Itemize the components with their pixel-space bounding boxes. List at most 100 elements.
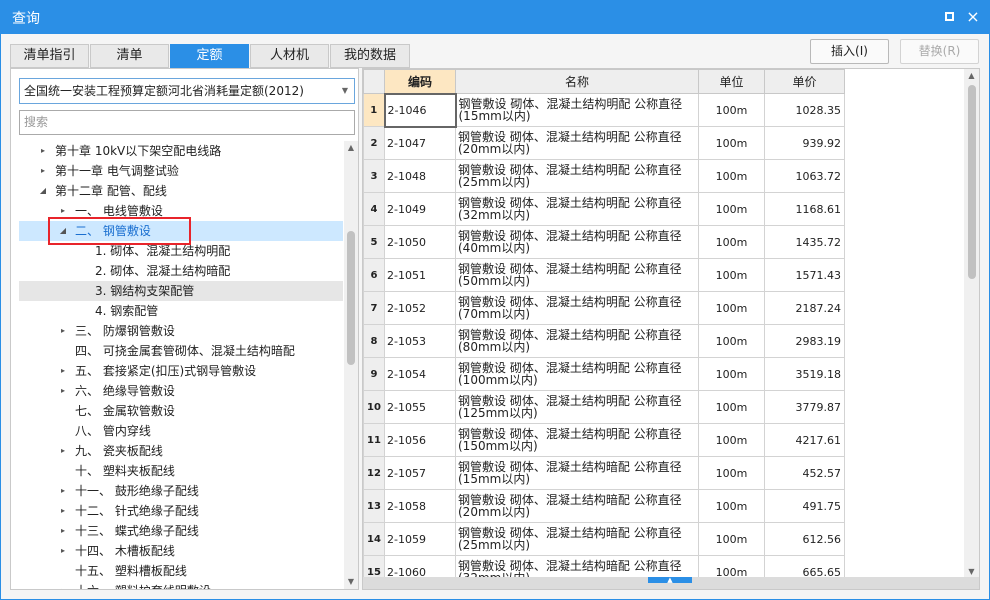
row-index-cell[interactable]: 12 xyxy=(363,456,385,490)
unit-cell[interactable]: 100m xyxy=(698,93,765,127)
expand-icon[interactable]: ▸ xyxy=(57,481,69,501)
name-cell[interactable]: 钢管敷设 砌体、混凝土结构明配 公称直径(100mm以内) xyxy=(455,357,699,391)
price-cell[interactable]: 3779.87 xyxy=(764,390,845,424)
code-cell[interactable]: 2-1051 xyxy=(384,258,456,292)
scroll-up-icon[interactable]: ▲ xyxy=(344,141,358,155)
insert-button[interactable]: 插入(I) xyxy=(810,39,889,64)
unit-cell[interactable]: 100m xyxy=(698,456,765,490)
table-row[interactable]: 9 2-1054 钢管敷设 砌体、混凝土结构明配 公称直径(100mm以内) 100m… xyxy=(363,357,845,391)
name-cell[interactable]: 钢管敷设 砌体、混凝土结构暗配 公称直径(20mm以内) xyxy=(455,489,699,523)
splitter-bar[interactable]: ▲ xyxy=(363,577,979,589)
row-index-cell[interactable]: 9 xyxy=(363,357,385,391)
table-row[interactable]: 4 2-1049 钢管敷设 砌体、混凝土结构明配 公称直径(32mm以内) 100m 1… xyxy=(363,192,845,226)
expand-icon[interactable]: ▸ xyxy=(57,581,69,589)
price-cell[interactable]: 3519.18 xyxy=(764,357,845,391)
table-row[interactable]: 10 2-1055 钢管敷设 砌体、混凝土结构明配 公称直径(125mm以内) 100… xyxy=(363,390,845,424)
expand-icon[interactable]: ▸ xyxy=(37,161,49,181)
tab-4[interactable]: 我的数据 xyxy=(330,44,410,68)
tree-node[interactable]: ◢ 第十二章 配管、配线 xyxy=(19,181,343,201)
code-cell[interactable]: 2-1048 xyxy=(384,159,456,193)
expand-icon[interactable]: ▸ xyxy=(57,541,69,561)
tree-node[interactable]: ◢ 二、 钢管敷设 xyxy=(19,221,343,241)
code-cell[interactable]: 2-1058 xyxy=(384,489,456,523)
unit-cell[interactable]: 100m xyxy=(698,324,765,358)
tree-node[interactable]: 十、 塑料夹板配线 xyxy=(19,461,343,481)
expand-icon[interactable]: ▸ xyxy=(37,141,49,161)
collapse-icon[interactable]: ◢ xyxy=(57,221,69,241)
tree-node[interactable]: 八、 管内穿线 xyxy=(19,421,343,441)
unit-cell[interactable]: 100m xyxy=(698,390,765,424)
price-cell[interactable]: 1435.72 xyxy=(764,225,845,259)
tree-node[interactable]: 2. 砌体、混凝土结构暗配 xyxy=(19,261,343,281)
expand-icon[interactable]: ▸ xyxy=(57,501,69,521)
unit-cell[interactable]: 100m xyxy=(698,192,765,226)
price-cell[interactable]: 1028.35 xyxy=(764,93,845,127)
price-cell[interactable]: 4217.61 xyxy=(764,423,845,457)
table-row[interactable]: 7 2-1052 钢管敷设 砌体、混凝土结构明配 公称直径(70mm以内) 100m 2… xyxy=(363,291,845,325)
restore-icon[interactable] xyxy=(940,8,958,26)
price-cell[interactable]: 2187.24 xyxy=(764,291,845,325)
row-index-cell[interactable]: 8 xyxy=(363,324,385,358)
unit-cell[interactable]: 100m xyxy=(698,423,765,457)
replace-button[interactable]: 替换(R) xyxy=(900,39,979,64)
code-cell[interactable]: 2-1046 xyxy=(383,92,457,128)
row-index-cell[interactable]: 4 xyxy=(363,192,385,226)
tree-node[interactable]: ▸ 六、 绝缘导管敷设 xyxy=(19,381,343,401)
code-cell[interactable]: 2-1050 xyxy=(384,225,456,259)
code-cell[interactable]: 2-1057 xyxy=(384,456,456,490)
code-cell[interactable]: 2-1047 xyxy=(384,126,456,160)
table-row[interactable]: 13 2-1058 钢管敷设 砌体、混凝土结构暗配 公称直径(20mm以内) 100m… xyxy=(363,489,845,523)
row-index-cell[interactable]: 7 xyxy=(363,291,385,325)
expand-icon[interactable]: ▸ xyxy=(57,381,69,401)
name-cell[interactable]: 钢管敷设 砌体、混凝土结构明配 公称直径(70mm以内) xyxy=(455,291,699,325)
table-row[interactable]: 5 2-1050 钢管敷设 砌体、混凝土结构明配 公称直径(40mm以内) 100m 1… xyxy=(363,225,845,259)
price-cell[interactable]: 491.75 xyxy=(764,489,845,523)
header-price[interactable]: 单价 xyxy=(764,69,845,94)
expand-icon[interactable]: ▸ xyxy=(57,321,69,341)
close-icon[interactable]: × xyxy=(964,8,982,26)
tab-2[interactable]: 定额 xyxy=(170,44,249,68)
unit-cell[interactable]: 100m xyxy=(698,291,765,325)
name-cell[interactable]: 钢管敷设 砌体、混凝土结构明配 公称直径(25mm以内) xyxy=(455,159,699,193)
quota-library-dropdown[interactable]: 全国统一安装工程预算定额河北省消耗量定额(2012) ▼ xyxy=(19,78,355,104)
unit-cell[interactable]: 100m xyxy=(698,522,765,556)
tree-node[interactable]: ▸ 一、 电线管敷设 xyxy=(19,201,343,221)
code-cell[interactable]: 2-1054 xyxy=(384,357,456,391)
scroll-up-icon[interactable]: ▲ xyxy=(964,69,979,83)
table-row[interactable]: 8 2-1053 钢管敷设 砌体、混凝土结构明配 公称直径(80mm以内) 100m 2… xyxy=(363,324,845,358)
table-row[interactable]: 11 2-1056 钢管敷设 砌体、混凝土结构明配 公称直径(150mm以内) 100… xyxy=(363,423,845,457)
row-index-cell[interactable]: 1 xyxy=(363,93,385,127)
code-cell[interactable]: 2-1049 xyxy=(384,192,456,226)
grid-scrollbar[interactable]: ▲ ▼ xyxy=(964,69,979,579)
tree-node[interactable]: 3. 钢结构支架配管 xyxy=(19,281,343,301)
price-cell[interactable]: 452.57 xyxy=(764,456,845,490)
tree-node[interactable]: ▸ 第十一章 电气调整试验 xyxy=(19,161,343,181)
code-cell[interactable]: 2-1056 xyxy=(384,423,456,457)
tree-node[interactable]: 七、 金属软管敷设 xyxy=(19,401,343,421)
tree-node[interactable]: ▸ 十四、 木槽板配线 xyxy=(19,541,343,561)
tab-1[interactable]: 清单 xyxy=(90,44,169,68)
price-cell[interactable]: 2983.19 xyxy=(764,324,845,358)
expand-icon[interactable]: ▸ xyxy=(57,201,69,221)
unit-cell[interactable]: 100m xyxy=(698,258,765,292)
row-index-cell[interactable]: 3 xyxy=(363,159,385,193)
row-index-cell[interactable]: 10 xyxy=(363,390,385,424)
tree-node[interactable]: ▸ 第十章 10kV以下架空配电线路 xyxy=(19,141,343,161)
table-row[interactable]: 3 2-1048 钢管敷设 砌体、混凝土结构明配 公称直径(25mm以内) 100m 1… xyxy=(363,159,845,193)
unit-cell[interactable]: 100m xyxy=(698,489,765,523)
expand-icon[interactable]: ▸ xyxy=(57,361,69,381)
tree-scrollbar[interactable]: ▲ ▼ xyxy=(344,141,358,589)
tree-node[interactable]: 四、 可挠金属套管砌体、混凝土结构暗配 xyxy=(19,341,343,361)
tree-node[interactable]: ▸ 十一、 鼓形绝缘子配线 xyxy=(19,481,343,501)
header-name[interactable]: 名称 xyxy=(455,69,699,94)
unit-cell[interactable]: 100m xyxy=(698,126,765,160)
tree-node[interactable]: 4. 钢索配管 xyxy=(19,301,343,321)
table-row[interactable]: 1 2-1046 钢管敷设 砌体、混凝土结构明配 公称直径(15mm以内) 100m 1… xyxy=(363,92,845,128)
name-cell[interactable]: 钢管敷设 砌体、混凝土结构暗配 公称直径(15mm以内) xyxy=(455,456,699,490)
code-cell[interactable]: 2-1053 xyxy=(384,324,456,358)
tree-node[interactable]: ▸ 五、 套接紧定(扣压)式钢导管敷设 xyxy=(19,361,343,381)
tree-node[interactable]: 十五、 塑料槽板配线 xyxy=(19,561,343,581)
price-cell[interactable]: 1063.72 xyxy=(764,159,845,193)
tree-node[interactable]: ▸ 十二、 针式绝缘子配线 xyxy=(19,501,343,521)
collapse-grip-icon[interactable]: ▲ xyxy=(648,577,692,584)
